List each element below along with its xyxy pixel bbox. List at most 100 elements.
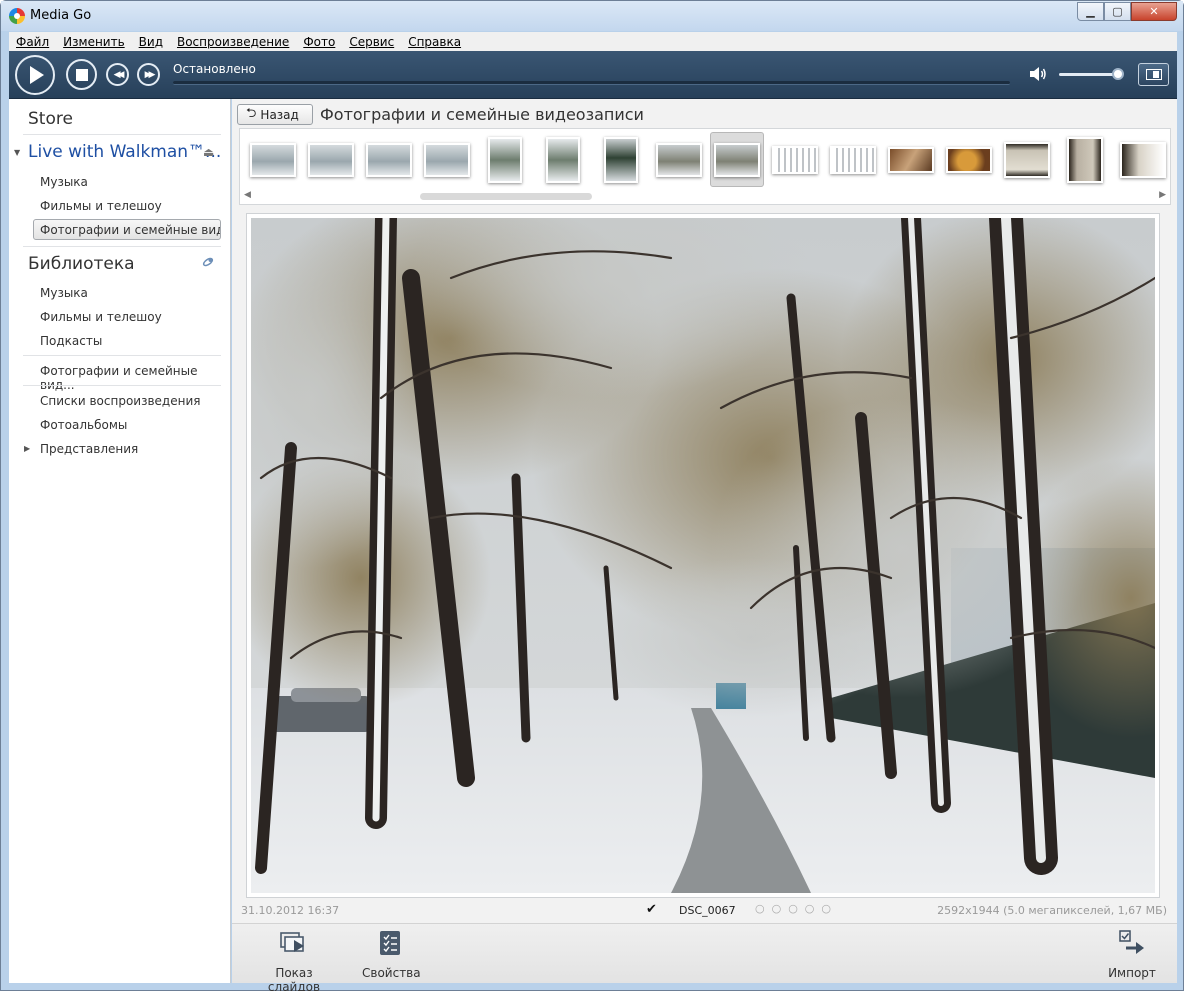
thumbnail-3[interactable] — [420, 134, 474, 186]
import-button[interactable]: Импорт — [1106, 930, 1158, 980]
speaker-icon[interactable] — [1029, 66, 1047, 82]
eject-icon[interactable]: ⏏ — [203, 145, 214, 159]
thumbnail-0[interactable] — [246, 134, 300, 186]
menu-tools[interactable]: Сервис — [349, 35, 394, 49]
photo-date: 31.10.2012 16:37 — [241, 904, 340, 917]
page-title: Фотографии и семейные видеозаписи — [320, 105, 644, 124]
main-pane: ⮌ Назад Фотографии и семейные видеозапис… — [232, 99, 1177, 991]
thumbnail-5[interactable] — [536, 134, 590, 186]
expand-triangle-icon[interactable]: ▶ — [24, 444, 30, 453]
thumbnail-9[interactable] — [768, 134, 822, 186]
toggle-pane-button[interactable] — [1138, 63, 1169, 86]
sidebar-device-music[interactable]: Музыка — [40, 175, 88, 189]
video-thumbnail-icon — [830, 146, 876, 174]
divider — [23, 385, 221, 386]
thumbnail-4[interactable] — [478, 134, 532, 186]
scroll-right-arrow-icon[interactable]: ▶ — [1159, 190, 1166, 200]
divider — [23, 246, 221, 247]
window-title: Media Go — [30, 8, 92, 23]
bottom-toolbar: Показ слайдов Свойства Импорт — [232, 923, 1177, 991]
thumbnail-13[interactable] — [1000, 134, 1054, 186]
sidebar-library-movies[interactable]: Фильмы и телешоу — [40, 310, 162, 324]
collapse-triangle-icon[interactable]: ▼ — [14, 148, 20, 157]
play-button[interactable] — [15, 55, 55, 95]
back-arrow-icon: ⮌ — [246, 105, 257, 121]
divider — [23, 134, 221, 135]
photo-thumbnail — [714, 142, 760, 177]
photo-thumbnail — [1067, 137, 1103, 183]
thumbnail-7[interactable] — [652, 134, 706, 186]
photo-thumbnail — [946, 147, 992, 173]
thumbnail-strip: ◀ ▶ — [239, 128, 1171, 205]
sidebar-library-playlists[interactable]: Списки воспроизведения — [40, 394, 200, 408]
sidebar-library-albums[interactable]: Фотоальбомы — [40, 418, 127, 432]
thumbnail-8[interactable] — [710, 132, 764, 187]
photo-info-bar: 31.10.2012 16:37 ✔ DSC_0067 ○○○○○ 2592x1… — [232, 899, 1177, 923]
menu-file[interactable]: Файл — [16, 35, 49, 49]
slideshow-label: Показ слайдов — [267, 966, 321, 991]
side-pane-icon — [1145, 69, 1162, 80]
slideshow-icon — [280, 932, 304, 952]
photo-details: 2592x1944 (5.0 мегапикселей, 1,67 МБ) — [937, 904, 1167, 917]
properties-button[interactable]: Свойства — [362, 930, 421, 980]
sidebar-device-name[interactable]: Live with Walkman™... — [28, 142, 221, 162]
sidebar-library-music[interactable]: Музыка — [40, 286, 88, 300]
back-button[interactable]: ⮌ Назад — [237, 104, 313, 125]
sidebar-device-photos[interactable]: Фотографии и семейные вид... — [33, 219, 221, 240]
menu-playback[interactable]: Воспроизведение — [177, 35, 289, 49]
scroll-left-arrow-icon[interactable]: ◀ — [244, 190, 251, 200]
link-icon[interactable] — [201, 255, 215, 269]
photo-thumbnail — [604, 137, 638, 183]
thumbnail-11[interactable] — [884, 134, 938, 186]
photo-thumbnail — [308, 143, 354, 177]
sidebar-library-podcasts[interactable]: Подкасты — [40, 334, 102, 348]
thumbnail-scrollbar[interactable] — [420, 193, 592, 200]
menu-photo[interactable]: Фото — [303, 35, 335, 49]
app-window: Media Go ▁ ▢ ✕ Файл Изменить Вид Воспрои… — [0, 0, 1184, 991]
photo-thumbnail — [366, 143, 412, 177]
next-track-button[interactable]: ▶▶ — [137, 63, 160, 86]
previous-track-button[interactable]: ◀◀ — [106, 63, 129, 86]
volume-slider-handle[interactable] — [1112, 68, 1124, 80]
menu-bar: Файл Изменить Вид Воспроизведение Фото С… — [9, 32, 1177, 51]
thumbnail-14[interactable] — [1058, 134, 1112, 186]
checkmark-icon[interactable]: ✔ — [646, 902, 657, 917]
properties-icon — [380, 931, 400, 955]
rating-dots[interactable]: ○○○○○ — [755, 902, 838, 915]
photo-thumbnail — [656, 143, 702, 177]
photo-filename: DSC_0067 — [679, 904, 736, 917]
volume-slider[interactable] — [1059, 73, 1119, 76]
sidebar-library-title: Библиотека — [28, 254, 135, 274]
photo-thumbnail — [546, 137, 580, 183]
thumbnail-6[interactable] — [594, 134, 648, 186]
thumbnail-1[interactable] — [304, 134, 358, 186]
sidebar: Store ▼ Live with Walkman™... ⏏ Музыка Ф… — [9, 99, 231, 983]
slideshow-button[interactable]: Показ слайдов — [254, 930, 334, 991]
sidebar-library-photos[interactable]: Фотографии и семейные вид... — [40, 364, 230, 392]
seek-bar[interactable] — [173, 81, 1010, 85]
menu-edit[interactable]: Изменить — [63, 35, 125, 49]
photo-thumbnail — [888, 147, 934, 173]
minimize-button[interactable]: ▁ — [1077, 2, 1104, 21]
menu-view[interactable]: Вид — [139, 35, 163, 49]
maximize-button[interactable]: ▢ — [1104, 2, 1131, 21]
close-button[interactable]: ✕ — [1131, 2, 1177, 21]
thumbnail-15[interactable] — [1116, 134, 1170, 186]
photo-thumbnail — [1004, 142, 1050, 178]
thumbnail-10[interactable] — [826, 134, 880, 186]
transport-bar: ◀◀ ▶▶ Остановлено — [9, 51, 1177, 99]
menu-help[interactable]: Справка — [408, 35, 461, 49]
photo-image[interactable] — [251, 218, 1155, 893]
thumbnail-12[interactable] — [942, 134, 996, 186]
photo-thumbnail — [488, 137, 522, 183]
sidebar-device-movies[interactable]: Фильмы и телешоу — [40, 199, 162, 213]
import-icon — [1119, 930, 1144, 954]
video-thumbnail-icon — [772, 146, 818, 174]
sidebar-store[interactable]: Store — [28, 109, 73, 129]
photo-viewer — [246, 213, 1160, 898]
properties-label: Свойства — [362, 966, 421, 980]
stop-button[interactable] — [66, 59, 97, 90]
thumbnail-2[interactable] — [362, 134, 416, 186]
sidebar-library-views[interactable]: Представления — [40, 442, 138, 456]
photo-thumbnail — [250, 143, 296, 177]
